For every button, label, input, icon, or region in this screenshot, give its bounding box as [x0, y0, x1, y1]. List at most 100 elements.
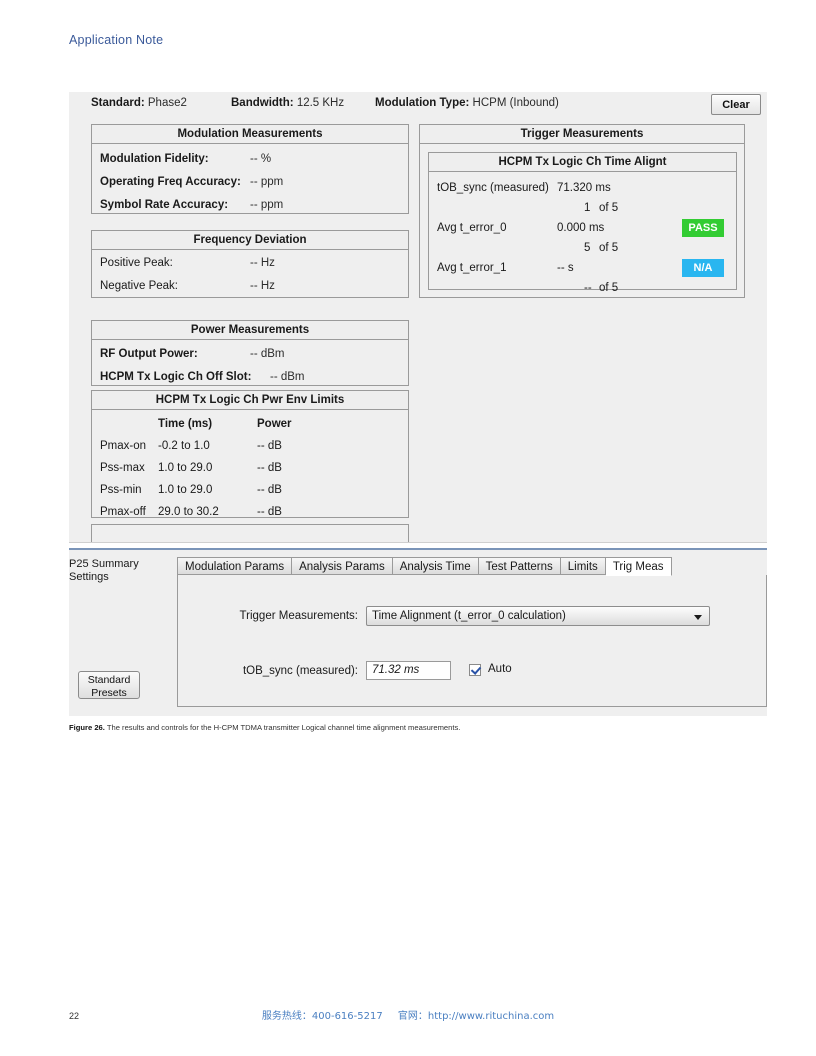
avg-terror1-of: of 5: [599, 282, 619, 294]
modulation-type-label: Modulation Type:: [375, 97, 470, 109]
negative-peak-label: Negative Peak:: [100, 280, 178, 292]
trigger-measurements-select[interactable]: Time Alignment (t_error_0 calculation): [366, 606, 710, 626]
table-row: Avg t_error_0 0.000 ms PASS: [429, 218, 736, 238]
avg-terror1-label: Avg t_error_1: [437, 262, 507, 274]
settings-panel: P25 Summary Settings Standard Presets Mo…: [69, 548, 767, 716]
pmax-off-name: Pmax-off: [100, 506, 146, 518]
tab-limits[interactable]: Limits: [560, 557, 606, 575]
rf-output-power-label: RF Output Power:: [100, 348, 198, 360]
positive-peak-label: Positive Peak:: [100, 257, 173, 269]
settings-tabstrip: Modulation Params Analysis Params Analys…: [177, 557, 767, 576]
standard-label: Standard:: [91, 97, 145, 109]
modulation-measurements-body: Modulation Fidelity: -- % Operating Freq…: [92, 148, 408, 217]
table-row: Operating Freq Accuracy: -- ppm: [92, 171, 408, 194]
table-row: Pmax-off 29.0 to 30.2 -- dB: [92, 501, 408, 523]
auto-checkbox[interactable]: [469, 664, 481, 676]
trigger-measurements-select-label: Trigger Measurements:: [239, 610, 358, 622]
tob-sync-input[interactable]: 71.32 ms: [366, 661, 451, 680]
time-alignment-group: HCPM Tx Logic Ch Time Alignt tOB_sync (m…: [428, 152, 737, 294]
table-row: tOB_sync (measured) 71.320 ms: [429, 178, 736, 198]
modulation-measurements-title: Modulation Measurements: [92, 125, 408, 144]
tob-sync-count: 1: [584, 202, 591, 214]
avg-terror0-value: 0.000 ms: [557, 222, 605, 234]
avg-terror0-label: Avg t_error_0: [437, 222, 507, 234]
symbol-rate-accuracy-label: Symbol Rate Accuracy:: [100, 199, 229, 211]
offslot-power-value: -- dBm: [270, 371, 305, 383]
footer-contact: 服务热线：400-616-5217 官网：http://www.rituchin…: [0, 1007, 816, 1022]
modulation-type-field: Modulation Type: HCPM (Inbound): [375, 97, 559, 109]
time-alignment-body: tOB_sync (measured) 71.320 ms 1 of 5 Avg…: [429, 172, 736, 298]
avg-terror0-count: 5: [584, 242, 591, 254]
footer-hotline: 服务热线：400-616-5217: [261, 1011, 383, 1022]
pwr-env-power-header: Power: [257, 418, 292, 430]
avg-terror1-value: -- s: [557, 262, 574, 274]
negative-peak-value: -- Hz: [250, 280, 275, 292]
table-row: 5 of 5: [429, 238, 736, 258]
table-header-row: Time (ms) Power: [92, 413, 408, 435]
frequency-deviation-group: Frequency Deviation Positive Peak: -- Hz…: [91, 230, 409, 298]
table-row: Modulation Fidelity: -- %: [92, 148, 408, 171]
status-badge: N/A: [682, 259, 724, 277]
settings-panel-title: P25 Summary Settings: [69, 558, 139, 584]
table-row: Positive Peak: -- Hz: [92, 252, 408, 275]
chevron-down-icon: [694, 615, 702, 620]
power-measurements-group: Power Measurements RF Output Power: -- d…: [91, 320, 409, 386]
tob-sync-input-label: tOB_sync (measured):: [242, 665, 358, 677]
tob-sync-label: tOB_sync (measured): [437, 182, 549, 194]
time-alignment-title: HCPM Tx Logic Ch Time Alignt: [429, 153, 736, 172]
table-row: Negative Peak: -- Hz: [92, 275, 408, 298]
tab-test-patterns[interactable]: Test Patterns: [478, 557, 561, 575]
measurement-summary-bar: Standard: Phase2 Bandwidth: 12.5 KHz Mod…: [69, 92, 767, 122]
pss-max-time: 1.0 to 29.0: [158, 462, 213, 474]
standard-presets-button[interactable]: Standard Presets: [78, 671, 140, 699]
instrument-screenshot: Standard: Phase2 Bandwidth: 12.5 KHz Mod…: [69, 92, 767, 716]
pwr-env-limits-group: HCPM Tx Logic Ch Pwr Env Limits Time (ms…: [91, 390, 409, 518]
clear-button[interactable]: Clear: [711, 94, 761, 115]
avg-terror0-of: of 5: [599, 242, 619, 254]
table-row: Symbol Rate Accuracy: -- ppm: [92, 194, 408, 217]
table-row: -- of 5: [429, 278, 736, 298]
status-badge: PASS: [682, 219, 724, 237]
standard-value: Phase2: [147, 97, 187, 109]
figure-caption-text: The results and controls for the H-CPM T…: [106, 723, 461, 732]
trigger-measurements-group: Trigger Measurements HCPM Tx Logic Ch Ti…: [419, 124, 745, 298]
trigger-measurements-select-value: Time Alignment (t_error_0 calculation): [372, 610, 566, 622]
rf-output-power-value: -- dBm: [250, 348, 285, 360]
modulation-type-value: HCPM (Inbound): [472, 97, 559, 109]
pmax-on-time: -0.2 to 1.0: [158, 440, 210, 452]
operating-freq-accuracy-value: -- ppm: [250, 176, 284, 188]
pmax-off-power: -- dB: [257, 506, 282, 518]
power-measurements-body: RF Output Power: -- dBm HCPM Tx Logic Ch…: [92, 343, 408, 389]
frequency-deviation-title: Frequency Deviation: [92, 231, 408, 250]
tab-trig-meas[interactable]: Trig Meas: [605, 557, 672, 576]
tab-analysis-time[interactable]: Analysis Time: [392, 557, 479, 575]
footer-website: 官网：http://www.rituchina.com: [397, 1011, 555, 1022]
tab-analysis-params[interactable]: Analysis Params: [292, 557, 393, 575]
modulation-fidelity-label: Modulation Fidelity:: [100, 153, 209, 165]
bandwidth-value: 12.5 KHz: [296, 97, 345, 109]
pss-min-time: 1.0 to 29.0: [158, 484, 213, 496]
positive-peak-value: -- Hz: [250, 257, 275, 269]
standard-presets-line1: Standard: [87, 674, 131, 686]
page-header: Application Note: [69, 33, 164, 47]
table-row: HCPM Tx Logic Ch Off Slot: -- dBm: [92, 366, 408, 389]
symbol-rate-accuracy-value: -- ppm: [250, 199, 284, 211]
operating-freq-accuracy-label: Operating Freq Accuracy:: [100, 176, 241, 188]
standard-presets-line2: Presets: [91, 687, 127, 699]
trig-meas-pane: Trigger Measurements: Time Alignment (t_…: [177, 575, 767, 707]
bandwidth-label: Bandwidth:: [231, 97, 294, 109]
tab-modulation-params[interactable]: Modulation Params: [177, 557, 293, 575]
tob-sync-value: 71.320 ms: [557, 182, 611, 194]
pmax-on-power: -- dB: [257, 440, 282, 452]
pss-max-power: -- dB: [257, 462, 282, 474]
standard-field: Standard: Phase2: [91, 97, 187, 109]
pmax-off-time: 29.0 to 30.2: [158, 506, 219, 518]
table-row: 1 of 5: [429, 198, 736, 218]
modulation-fidelity-value: -- %: [250, 153, 272, 165]
pwr-env-time-header: Time (ms): [158, 418, 213, 430]
avg-terror1-count: --: [584, 282, 592, 294]
table-row: Avg t_error_1 -- s N/A: [429, 258, 736, 278]
offslot-power-label: HCPM Tx Logic Ch Off Slot:: [100, 371, 252, 383]
table-row: Pmax-on -0.2 to 1.0 -- dB: [92, 435, 408, 457]
pwr-env-limits-title: HCPM Tx Logic Ch Pwr Env Limits: [92, 391, 408, 410]
